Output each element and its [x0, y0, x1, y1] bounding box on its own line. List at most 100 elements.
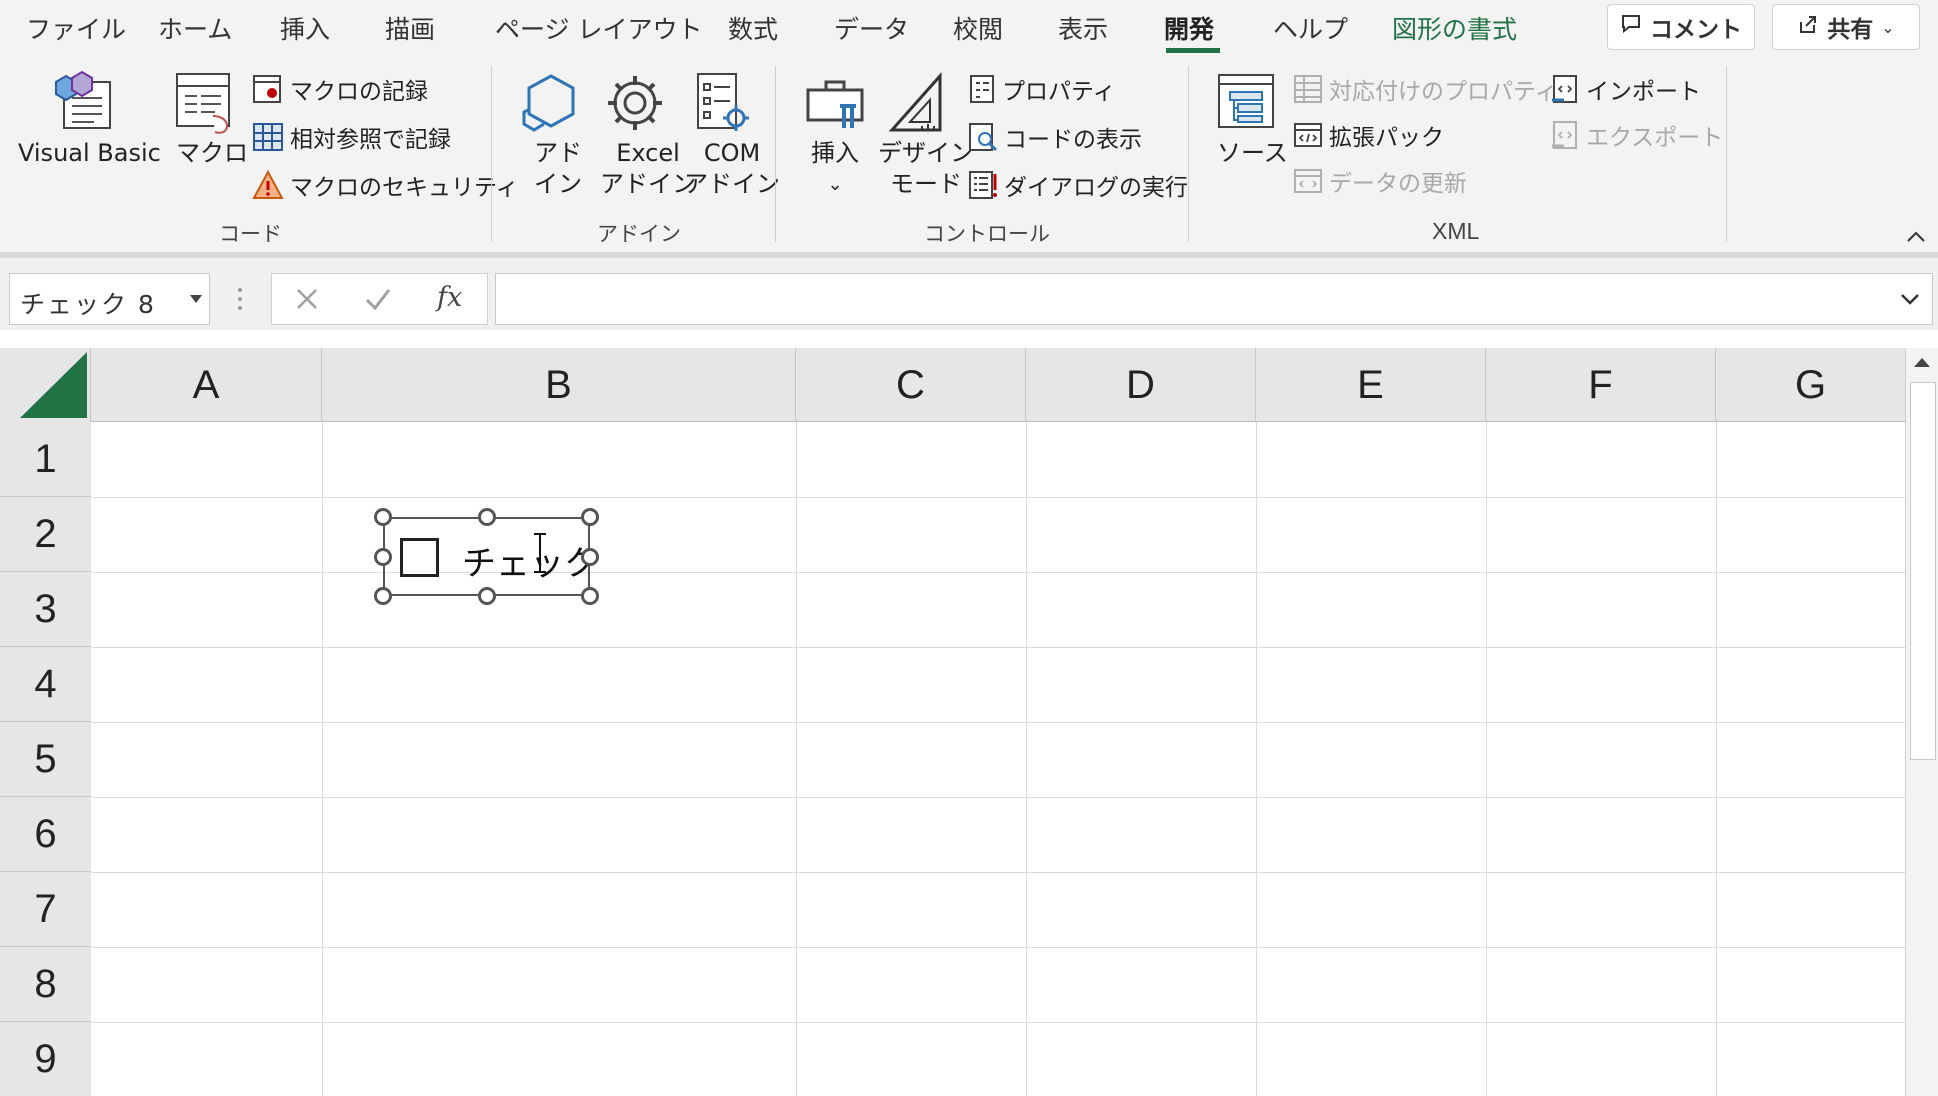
select-all-corner[interactable] [0, 348, 91, 422]
tab-shape-format[interactable]: 図形の書式 [1392, 10, 1517, 46]
gridline [1256, 422, 1257, 1096]
tab-developer[interactable]: 開発 [1164, 10, 1214, 46]
macro-icon[interactable] [173, 70, 237, 140]
comment-button[interactable]: コメント [1607, 4, 1755, 50]
visual-basic-icon[interactable] [50, 68, 120, 136]
gridline [91, 647, 1905, 648]
group-separator [1188, 66, 1189, 242]
share-button[interactable]: 共有 ⌄ [1772, 4, 1920, 50]
checkbox-label[interactable]: チェック [462, 536, 598, 585]
name-box-value: チェック 8 [20, 290, 156, 319]
excel-addins-label[interactable]: Excel アドイン [600, 138, 696, 200]
resize-handle-left[interactable] [374, 548, 392, 566]
macro-label[interactable]: マクロ [176, 138, 248, 169]
scrollbar-thumb[interactable] [1910, 382, 1936, 760]
name-box[interactable]: チェック 8 [9, 273, 210, 325]
resize-handle-bottom[interactable] [478, 587, 496, 605]
gear-icon[interactable] [604, 72, 666, 138]
share-label: 共有 [1827, 17, 1874, 43]
macro-security-button[interactable]: マクロのセキュリティ [252, 168, 519, 202]
cancel-icon[interactable] [294, 286, 320, 316]
resize-handle-top-left[interactable] [374, 508, 392, 526]
row-header-6[interactable]: 6 [0, 797, 91, 872]
tab-draw[interactable]: 描画 [385, 10, 435, 46]
relative-reference-button[interactable]: 相対参照で記録 [252, 120, 451, 154]
tab-view[interactable]: 表示 [1058, 10, 1108, 46]
row-header-9[interactable]: 9 [0, 1022, 91, 1096]
gridline [91, 797, 1905, 798]
ribbon-tab-bar: ファイル ホーム 挿入 描画 ページ レイアウト 数式 データ 校閲 表示 開発… [0, 0, 1938, 58]
column-header-c[interactable]: C [796, 348, 1026, 422]
scroll-up-arrow-icon[interactable] [1912, 354, 1932, 373]
addins-hexagon-icon[interactable] [520, 72, 582, 138]
row-header-5[interactable]: 5 [0, 722, 91, 797]
xml-import-button[interactable]: インポート [1550, 72, 1701, 106]
gridline [91, 497, 1905, 498]
group-label-code: コード [219, 222, 282, 246]
export-icon [1552, 121, 1577, 149]
com-addins-label[interactable]: COM アドイン [684, 138, 780, 200]
row-header-8[interactable]: 8 [0, 947, 91, 1022]
xml-source-icon[interactable] [1216, 72, 1276, 136]
insert-control-label[interactable]: 挿入 ⌄ [811, 138, 859, 200]
tab-data[interactable]: データ [834, 10, 909, 46]
collapse-ribbon-icon[interactable] [1906, 228, 1926, 247]
enter-check-icon[interactable] [364, 286, 392, 316]
checkbox-square[interactable] [400, 538, 439, 577]
resize-handle-bottom-right[interactable] [581, 587, 599, 605]
resize-handle-top[interactable] [478, 508, 496, 526]
row-header-1[interactable]: 1 [0, 422, 91, 497]
addins-label[interactable]: アド イン [534, 138, 582, 200]
tab-file[interactable]: ファイル [26, 10, 126, 46]
text-cursor-icon [532, 532, 548, 578]
column-header-d[interactable]: D [1026, 348, 1256, 422]
column-header-b[interactable]: B [322, 348, 796, 422]
xml-export-button[interactable]: エクスポート [1550, 118, 1723, 152]
design-mode-icon[interactable] [888, 72, 948, 138]
map-properties-button[interactable]: 対応付けのプロパティ [1293, 72, 1558, 106]
row-header-7[interactable]: 7 [0, 872, 91, 947]
relative-reference-label: 相対参照で記録 [290, 127, 451, 153]
row-header-2[interactable]: 2 [0, 497, 91, 572]
warning-icon [252, 170, 284, 199]
resize-handle-bottom-left[interactable] [374, 587, 392, 605]
tab-help[interactable]: ヘルプ [1273, 10, 1348, 46]
visual-basic-label[interactable]: Visual Basic [18, 138, 161, 169]
properties-label: プロパティ [1002, 79, 1116, 105]
insert-function-icon[interactable]: fx [437, 282, 462, 313]
expansion-packs-button[interactable]: 拡張パック [1293, 118, 1444, 152]
comment-icon [1620, 13, 1642, 41]
tab-insert[interactable]: 挿入 [280, 10, 330, 46]
row-header-4[interactable]: 4 [0, 647, 91, 722]
tab-page-layout[interactable]: ページ レイアウト [495, 10, 702, 46]
tab-review[interactable]: 校閲 [953, 10, 1003, 46]
gridline [322, 422, 323, 1096]
resize-handle-right[interactable] [581, 548, 599, 566]
properties-button[interactable]: プロパティ [968, 72, 1116, 106]
view-code-button[interactable]: コードの表示 [968, 120, 1142, 154]
expand-formula-bar-icon[interactable] [1900, 292, 1920, 311]
comment-label: コメント [1650, 17, 1742, 43]
dropdown-arrow-icon[interactable] [188, 290, 204, 309]
resize-handle-top-right[interactable] [581, 508, 599, 526]
formula-input[interactable] [495, 273, 1933, 325]
row-header-3[interactable]: 3 [0, 572, 91, 647]
record-macro-button[interactable]: マクロの記録 [252, 72, 428, 106]
tab-formulas[interactable]: 数式 [728, 10, 778, 46]
xml-source-label[interactable]: ソース [1217, 138, 1288, 169]
macro-security-label: マクロのセキュリティ [290, 175, 519, 201]
column-header-e[interactable]: E [1256, 348, 1486, 422]
column-header-a[interactable]: A [91, 348, 322, 422]
tab-home[interactable]: ホーム [158, 10, 232, 46]
toolbox-icon[interactable] [804, 76, 866, 138]
active-tab-indicator [1166, 48, 1220, 53]
design-mode-label[interactable]: デザイン モード [878, 138, 974, 200]
refresh-data-button[interactable]: データの更新 [1293, 164, 1467, 198]
addins-label-line1: アド [534, 139, 582, 167]
run-dialog-button[interactable]: ダイアログの実行 [968, 168, 1188, 202]
group-label-addins: アドイン [597, 222, 681, 246]
com-addins-icon[interactable] [694, 72, 752, 138]
column-header-g[interactable]: G [1716, 348, 1905, 422]
view-code-icon [969, 123, 998, 152]
column-header-f[interactable]: F [1486, 348, 1716, 422]
